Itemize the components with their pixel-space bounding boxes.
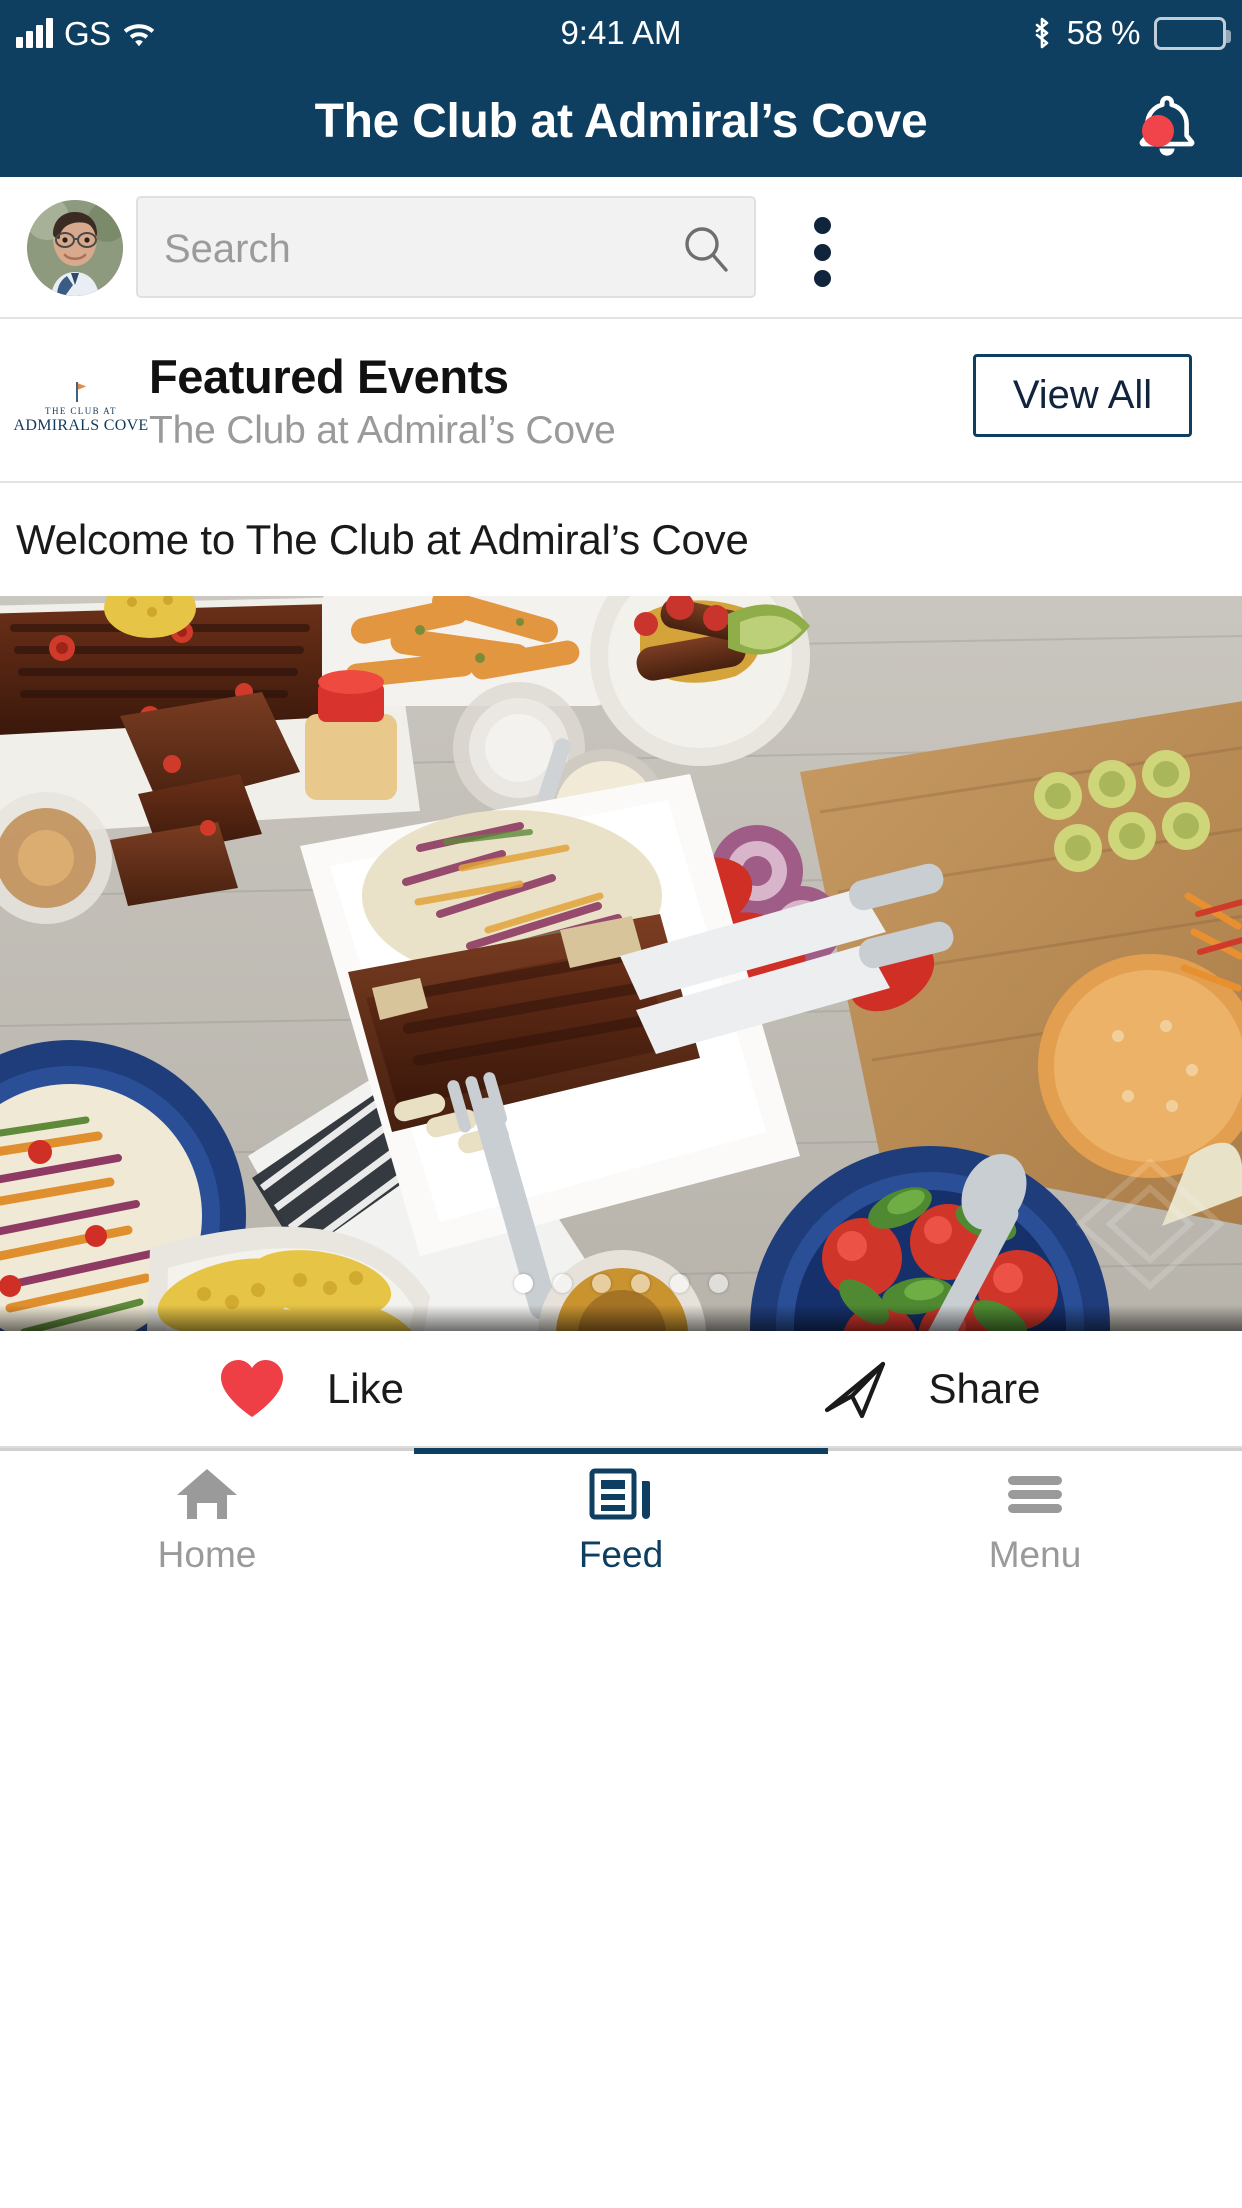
tab-feed-label: Feed	[578, 1534, 664, 1575]
page-background	[0, 1588, 1242, 2208]
battery-icon	[1154, 16, 1231, 50]
carousel-dot-1[interactable]	[514, 1274, 533, 1293]
page-title: The Club at Admiral’s Cove	[314, 95, 928, 148]
notifications-button[interactable]	[1130, 93, 1204, 157]
golf-flag-icon	[70, 381, 92, 403]
tab-home-label: Home	[157, 1534, 257, 1575]
search-row: Search	[0, 177, 1242, 319]
carousel-dots[interactable]	[0, 1274, 1242, 1293]
avatar[interactable]	[27, 200, 123, 296]
status-bar-right: 58 %	[1031, 0, 1231, 66]
share-button[interactable]: Share	[621, 1331, 1242, 1446]
carousel-dot-6[interactable]	[709, 1274, 728, 1293]
post-image-carousel[interactable]	[0, 596, 1242, 1331]
club-logo-line1: THE CLUB AT	[45, 406, 117, 416]
kebab-menu-icon[interactable]	[811, 217, 833, 287]
bottom-tab-bar: Home Feed Menu	[0, 1448, 1242, 1588]
home-icon	[174, 1463, 240, 1525]
newspaper-icon	[588, 1463, 654, 1525]
featured-events-subtitle: The Club at Admiral’s Cove	[149, 409, 616, 452]
search-input[interactable]: Search	[136, 196, 756, 298]
featured-events-section: THE CLUB AT ADMIRALS COVE Featured Event…	[0, 319, 1242, 483]
search-icon[interactable]	[682, 225, 730, 273]
club-logo: THE CLUB AT ADMIRALS COVE	[13, 369, 148, 435]
tab-menu[interactable]: Menu	[828, 1451, 1242, 1588]
image-bottom-gradient	[0, 1305, 1242, 1331]
hamburger-icon	[1002, 1463, 1068, 1525]
carousel-dot-4[interactable]	[631, 1274, 650, 1293]
status-bar: GS 9:41 AM 58 %	[0, 0, 1242, 66]
notification-badge	[1142, 115, 1174, 147]
search-placeholder: Search	[164, 227, 291, 271]
tab-menu-label: Menu	[988, 1534, 1082, 1575]
bluetooth-icon	[1031, 16, 1053, 50]
like-button[interactable]: Like	[0, 1331, 621, 1446]
heart-icon	[217, 1357, 287, 1421]
paper-plane-icon	[822, 1358, 888, 1420]
featured-events-title: Featured Events	[149, 350, 509, 403]
post-image	[0, 596, 1242, 1331]
tab-home[interactable]: Home	[0, 1451, 414, 1588]
carousel-dot-5[interactable]	[670, 1274, 689, 1293]
battery-percent-label: 58 %	[1066, 14, 1141, 51]
like-label: Like	[326, 1364, 405, 1412]
welcome-message: Welcome to The Club at Admiral’s Cove	[16, 516, 749, 563]
post-text-block: Welcome to The Club at Admiral’s Cove	[0, 483, 1242, 596]
bell-icon	[1130, 95, 1204, 161]
post-action-bar: Like Share	[0, 1331, 1242, 1448]
carousel-dot-2[interactable]	[553, 1274, 572, 1293]
app-bar: The Club at Admiral’s Cove	[0, 66, 1242, 177]
share-label: Share	[928, 1364, 1041, 1412]
carousel-dot-3[interactable]	[592, 1274, 611, 1293]
club-logo-line2: ADMIRALS COVE	[13, 417, 149, 434]
view-all-button[interactable]: View All	[973, 354, 1192, 437]
tab-feed[interactable]: Feed	[414, 1448, 828, 1588]
